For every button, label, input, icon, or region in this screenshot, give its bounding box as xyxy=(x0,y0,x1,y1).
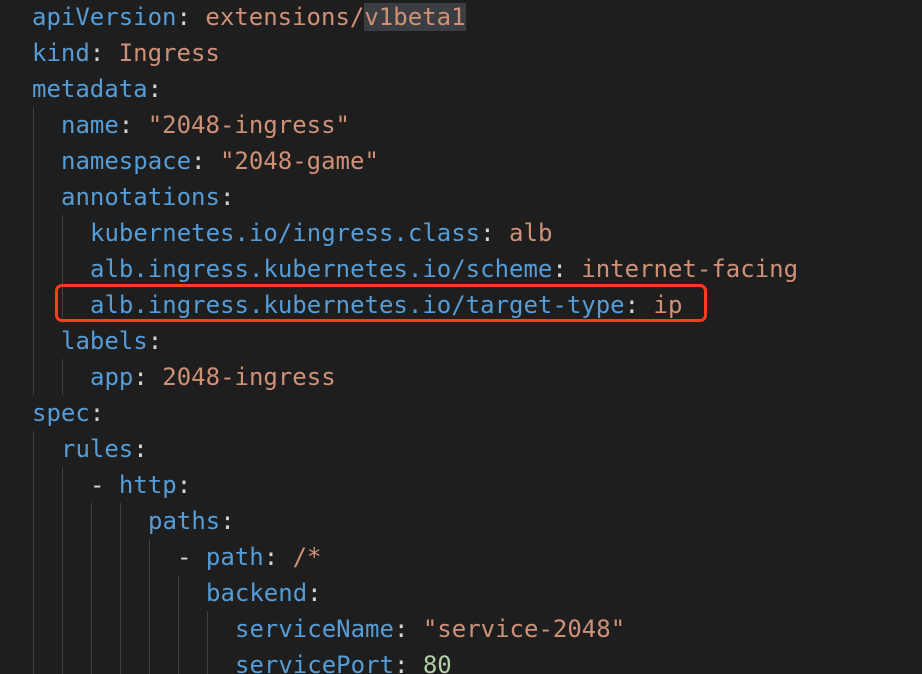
yaml-key: http xyxy=(118,471,177,499)
code-editor[interactable]: apiVersion: extensions/v1beta1 kind: Ingr… xyxy=(0,0,922,674)
yaml-separator: : xyxy=(133,363,163,391)
indent-guide xyxy=(91,503,92,674)
code-line[interactable]: name: "2048-ingress" xyxy=(61,107,350,143)
yaml-key: paths xyxy=(148,507,221,535)
code-line[interactable]: - http: xyxy=(90,467,191,503)
list-dash: - xyxy=(177,543,206,571)
yaml-key: annotations xyxy=(61,183,220,211)
yaml-value: 2048-ingress xyxy=(162,363,336,391)
yaml-key: backend xyxy=(206,579,308,607)
yaml-separator: : xyxy=(176,3,206,31)
yaml-key: name xyxy=(61,111,119,139)
yaml-key: serviceName xyxy=(235,615,394,643)
yaml-key: path xyxy=(205,543,264,571)
yaml-separator: : xyxy=(552,255,582,283)
yaml-value: internet-facing xyxy=(581,255,799,283)
code-line[interactable]: paths: xyxy=(148,503,235,539)
indent-guide xyxy=(178,575,179,674)
yaml-separator: : xyxy=(176,471,192,499)
list-dash: - xyxy=(90,471,119,499)
yaml-separator: : xyxy=(393,651,423,674)
yaml-separator: : xyxy=(624,291,654,319)
code-line[interactable]: - path: /* xyxy=(177,539,322,575)
code-line[interactable]: apiVersion: extensions/v1beta1 xyxy=(32,0,466,35)
indent-guide xyxy=(149,539,150,674)
yaml-key: metadata xyxy=(32,75,148,103)
code-line[interactable]: annotations: xyxy=(61,179,234,215)
code-line[interactable]: alb.ingress.kubernetes.io/target-type: i… xyxy=(90,287,682,323)
yaml-key: servicePort xyxy=(235,651,394,674)
yaml-key: spec xyxy=(32,399,90,427)
yaml-value: /* xyxy=(292,543,322,571)
yaml-value-selection: v1beta1 xyxy=(364,3,466,31)
yaml-key: labels xyxy=(61,327,148,355)
yaml-separator: : xyxy=(220,507,235,535)
yaml-separator: : xyxy=(89,39,119,67)
yaml-separator: : xyxy=(118,111,148,139)
code-line[interactable]: kubernetes.io/ingress.class: alb xyxy=(90,215,552,251)
yaml-separator: : xyxy=(307,579,322,607)
yaml-separator: : xyxy=(89,399,105,427)
code-line[interactable]: metadata: xyxy=(32,71,162,107)
code-line[interactable]: spec: xyxy=(32,395,104,431)
yaml-key: alb.ingress.kubernetes.io/target-type xyxy=(90,291,625,319)
indent-guide xyxy=(62,467,63,674)
yaml-value: ip xyxy=(653,291,683,319)
indent-guide xyxy=(62,359,63,395)
yaml-value: Ingress xyxy=(118,39,220,67)
yaml-key: alb.ingress.kubernetes.io/scheme xyxy=(90,255,553,283)
yaml-key: kind xyxy=(32,39,90,67)
yaml-separator: : xyxy=(133,435,148,463)
yaml-value: "service-2048" xyxy=(422,615,626,643)
indent-guide xyxy=(33,431,34,674)
yaml-value: 80 xyxy=(422,651,452,674)
yaml-separator: : xyxy=(147,327,163,355)
yaml-separator: : xyxy=(147,75,163,103)
code-line[interactable]: backend: xyxy=(206,575,322,611)
code-line[interactable]: serviceName: "service-2048" xyxy=(235,611,625,647)
indent-guide xyxy=(62,215,63,323)
code-line[interactable]: app: 2048-ingress xyxy=(90,359,336,395)
yaml-key: app xyxy=(90,363,134,391)
yaml-value: extensions/ xyxy=(205,3,365,31)
yaml-key: kubernetes.io/ingress.class xyxy=(90,219,481,247)
code-line[interactable]: labels: xyxy=(61,323,162,359)
yaml-separator: : xyxy=(219,183,235,211)
code-line[interactable]: namespace: "2048-game" xyxy=(61,143,379,179)
indent-guide xyxy=(120,503,121,674)
yaml-key: namespace xyxy=(61,147,192,175)
code-line[interactable]: servicePort: 80 xyxy=(235,647,452,674)
indent-guide xyxy=(33,107,34,395)
yaml-value: alb xyxy=(509,219,553,247)
indent-guide xyxy=(207,611,208,674)
yaml-value: "2048-ingress" xyxy=(147,111,350,139)
code-line[interactable]: kind: Ingress xyxy=(32,35,220,71)
yaml-separator: : xyxy=(480,219,510,247)
yaml-separator: : xyxy=(393,615,423,643)
yaml-key: apiVersion xyxy=(32,3,177,31)
code-line[interactable]: rules: xyxy=(61,431,148,467)
yaml-separator: : xyxy=(191,147,220,175)
yaml-value: "2048-game" xyxy=(219,147,379,175)
yaml-separator: : xyxy=(263,543,293,571)
code-line[interactable]: alb.ingress.kubernetes.io/scheme: intern… xyxy=(90,251,798,287)
yaml-key: rules xyxy=(61,435,134,463)
